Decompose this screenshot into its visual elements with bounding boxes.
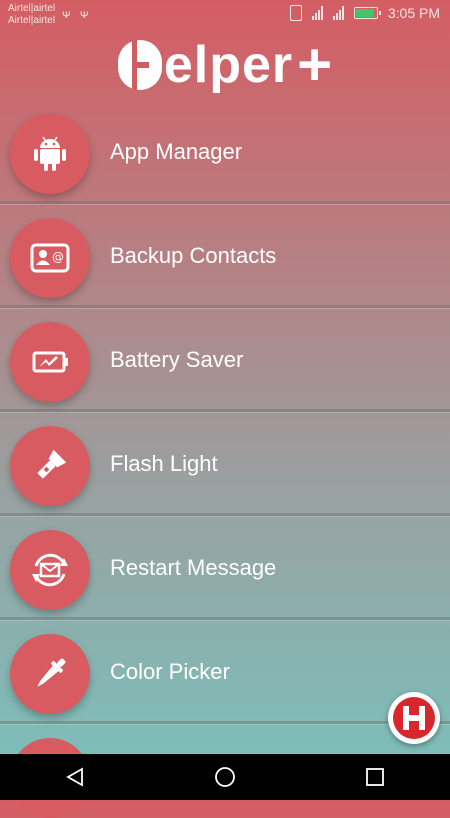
- home-button[interactable]: [195, 754, 255, 800]
- feature-list: App Manager @ Backup Contacts Battery Sa…: [0, 100, 450, 724]
- battery-icon: [10, 322, 90, 402]
- menu-item-label: Battery Saver: [110, 347, 244, 372]
- carrier-line-1: Airtel|airtel: [8, 3, 56, 14]
- battery-status-icon: [353, 7, 381, 19]
- status-time: 3:05 PM: [387, 5, 440, 21]
- helper-h-icon: [393, 697, 435, 739]
- vibrate-icon: [289, 5, 302, 21]
- back-icon: [66, 767, 83, 787]
- menu-item-flash-light[interactable]: Flash Light: [0, 412, 450, 516]
- carrier-info: Airtel|airtel Airtel|airtel: [8, 3, 55, 27]
- logo-h-icon: [117, 40, 162, 90]
- menu-item-app-manager[interactable]: App Manager: [0, 100, 450, 204]
- logo-text: elper: [163, 36, 294, 94]
- svg-text:@: @: [52, 250, 64, 264]
- carrier-line-2: Airtel|airtel: [8, 15, 56, 26]
- contact-card-icon: @: [10, 218, 90, 298]
- usb-icon: ᴪ: [62, 7, 71, 21]
- back-button[interactable]: [45, 754, 105, 800]
- android-icon: [10, 114, 90, 194]
- helper-fab-button[interactable]: [388, 692, 440, 744]
- menu-item-label: Flash Light: [110, 451, 218, 476]
- navigation-bar: [0, 754, 450, 800]
- menu-item-label: Backup Contacts: [110, 243, 277, 268]
- recents-button[interactable]: [345, 754, 405, 800]
- signal-icon-2: [332, 6, 344, 20]
- flashlight-icon: [10, 426, 90, 506]
- menu-item-color-picker[interactable]: Color Picker: [0, 620, 450, 724]
- home-icon: [215, 767, 235, 787]
- app-logo: elper +: [0, 34, 450, 96]
- signal-icon: [311, 6, 323, 20]
- menu-item-label: App Manager: [110, 139, 243, 164]
- menu-item-restart-message[interactable]: Restart Message: [0, 516, 450, 620]
- eyedropper-icon: [10, 634, 90, 714]
- menu-item-backup-contacts[interactable]: @ Backup Contacts: [0, 204, 450, 308]
- logo-plus: +: [297, 31, 333, 98]
- status-bar: Airtel|airtel Airtel|airtel ᴪ ᴪ 3:05 PM: [0, 0, 450, 30]
- menu-item-battery-saver[interactable]: Battery Saver: [0, 308, 450, 412]
- menu-item-label: Restart Message: [110, 555, 277, 580]
- usb-icon-2: ᴪ: [80, 7, 89, 21]
- recents-icon: [366, 768, 384, 786]
- message-refresh-icon: [10, 530, 90, 610]
- menu-item-label: Color Picker: [110, 659, 230, 684]
